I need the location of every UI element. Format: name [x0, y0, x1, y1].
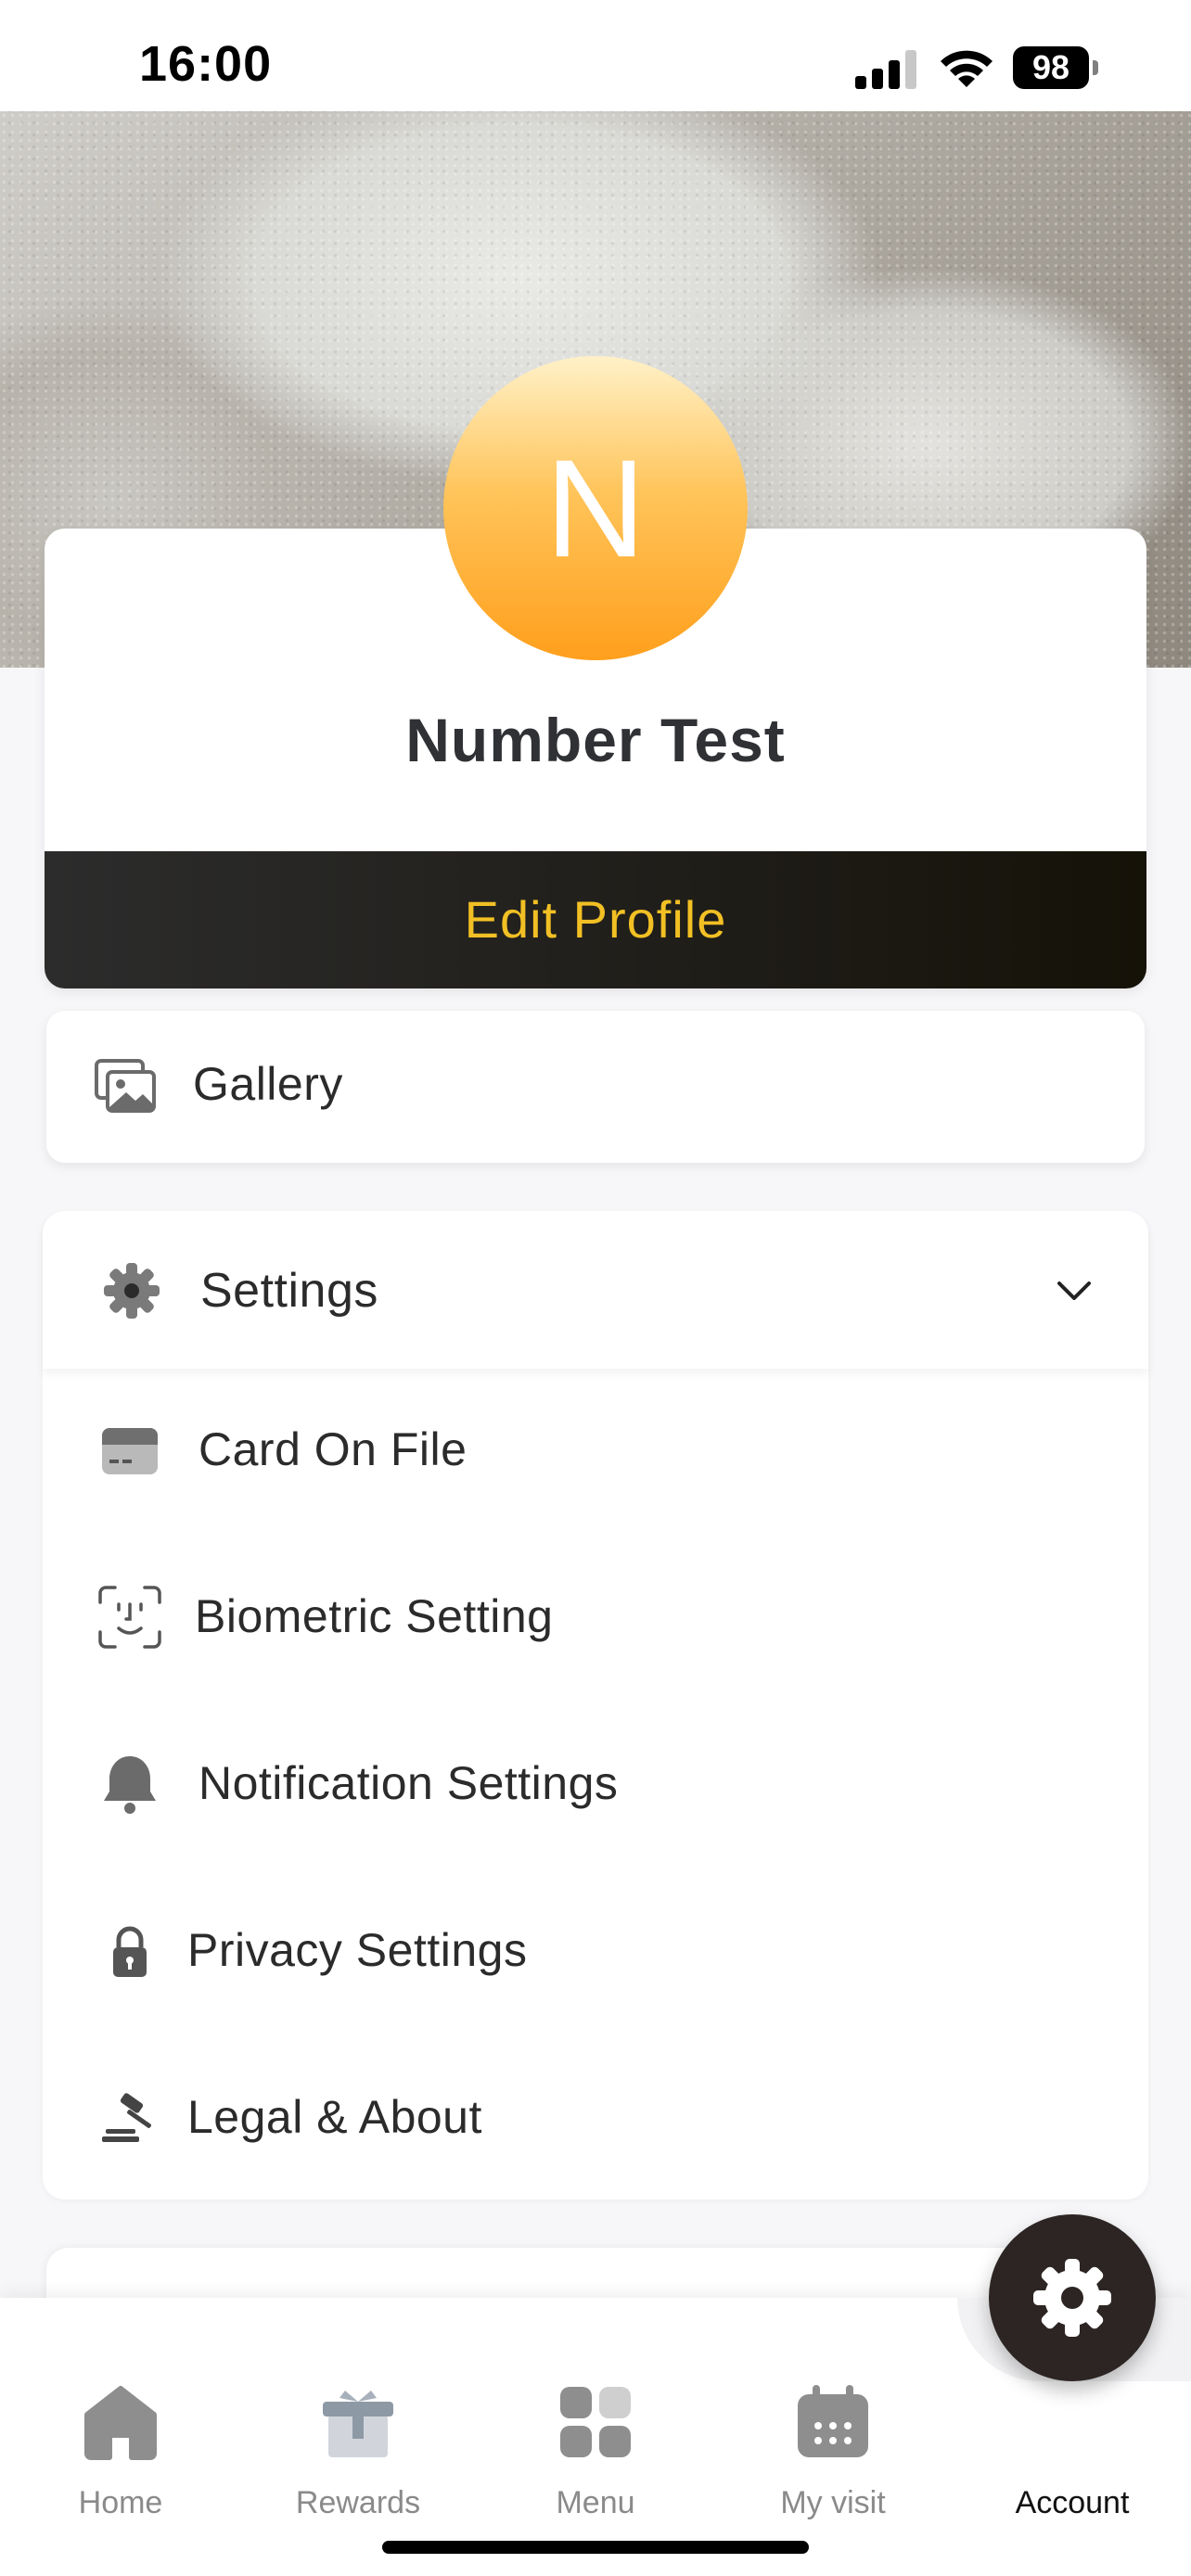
tab-home[interactable]: Home [37, 2374, 204, 2522]
face-id-icon [98, 1586, 161, 1649]
settings-label: Settings [200, 1264, 378, 1318]
gallery-button[interactable]: Gallery [46, 1011, 1145, 1163]
tab-my-visit[interactable]: My visit [749, 2374, 916, 2522]
gift-icon [323, 2391, 393, 2457]
settings-toggle[interactable]: Settings [43, 1211, 1148, 1369]
gear-icon [104, 1263, 160, 1319]
tab-label: Account [1015, 2485, 1130, 2520]
grid-icon [560, 2387, 631, 2457]
bell-icon [104, 1756, 156, 1814]
gear-icon [1033, 2259, 1111, 2337]
settings-item-label: Privacy Settings [187, 1924, 528, 1976]
account-tab-button[interactable] [989, 2214, 1156, 2381]
tab-label: Menu [556, 2485, 635, 2520]
tab-account[interactable]: Account [989, 2374, 1156, 2522]
settings-item-biometric[interactable]: Biometric Setting [43, 1536, 1148, 1693]
settings-item-label: Card On File [198, 1423, 467, 1475]
home-icon [84, 2386, 157, 2460]
gavel-icon [102, 2093, 151, 2142]
tab-rewards[interactable]: Rewards [275, 2374, 442, 2522]
settings-section: Settings Card On File Biometric Setting … [43, 1211, 1148, 2200]
tab-label: Home [78, 2485, 163, 2520]
settings-item-label: Notification Settings [198, 1757, 619, 1809]
battery-icon: 98 [1013, 46, 1098, 89]
tab-label: My visit [780, 2485, 886, 2520]
chevron-down-icon [1057, 1282, 1091, 1300]
settings-item-label: Legal & About [187, 2091, 482, 2143]
status-bar: 16:00 98 [0, 0, 1191, 111]
profile-name: Number Test [405, 706, 786, 774]
settings-item-legal[interactable]: Legal & About [43, 2036, 1148, 2194]
edit-profile-button[interactable]: Edit Profile [45, 851, 1146, 988]
status-time: 16:00 [139, 36, 273, 92]
settings-item-card-on-file[interactable]: Card On File [43, 1369, 1148, 1526]
tab-menu[interactable]: Menu [512, 2374, 679, 2522]
gallery-icon [95, 1059, 156, 1113]
settings-item-label: Biometric Setting [195, 1590, 554, 1642]
gallery-label: Gallery [193, 1058, 343, 1110]
calendar-icon [798, 2385, 868, 2457]
card-icon [102, 1428, 158, 1474]
lock-icon [113, 1926, 147, 1977]
home-indicator [382, 2541, 809, 2554]
settings-item-privacy[interactable]: Privacy Settings [43, 1869, 1148, 2027]
tab-label: Rewards [295, 2485, 421, 2520]
settings-item-notifications[interactable]: Notification Settings [43, 1702, 1148, 1860]
wifi-icon [941, 50, 992, 87]
avatar[interactable]: N [443, 356, 748, 660]
battery-level: 98 [1013, 46, 1089, 89]
cellular-signal-icon [855, 50, 916, 89]
